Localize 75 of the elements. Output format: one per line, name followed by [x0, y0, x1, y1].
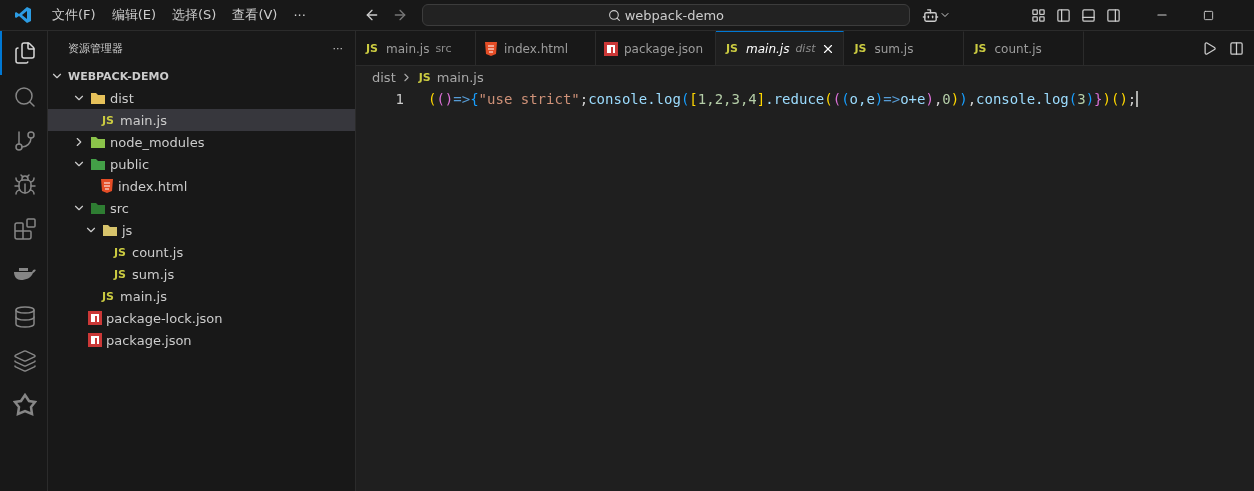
secondary-sidebar-icon[interactable]: [1106, 7, 1121, 23]
tree-item[interactable]: JS count.js: [48, 241, 355, 263]
tree-item[interactable]: JS sum.js: [48, 263, 355, 285]
file-name: main.js: [120, 288, 167, 304]
more-actions[interactable]: ···: [332, 41, 343, 55]
folder-icon: [90, 91, 106, 105]
files-icon[interactable]: [12, 41, 37, 65]
js-icon: JS: [364, 42, 380, 55]
search-field[interactable]: webpack-demo: [421, 4, 910, 26]
file-name: js: [122, 222, 133, 238]
file-name: node_modules: [110, 134, 205, 150]
tree-item[interactable]: package.json: [48, 329, 355, 351]
file-name: public: [110, 156, 150, 172]
js-icon: JS: [852, 42, 869, 55]
file-name: count.js: [132, 244, 184, 260]
tree-item[interactable]: JS main.js: [48, 285, 355, 307]
tree-item[interactable]: node_modules: [48, 131, 355, 153]
js-icon: JS: [100, 113, 116, 127]
file-name: dist: [110, 90, 134, 106]
layers-icon[interactable]: [12, 349, 37, 373]
panel-toggle-icon[interactable]: [1081, 7, 1096, 23]
tree-item[interactable]: dist: [48, 87, 355, 109]
file-name: package-lock.json: [106, 310, 223, 326]
html-icon: [100, 179, 114, 193]
layout-icon[interactable]: [1031, 7, 1046, 23]
breadcrumb-item[interactable]: dist: [372, 69, 396, 85]
js-icon: JS: [416, 70, 433, 84]
breadcrumb-item[interactable]: main.js: [436, 69, 484, 85]
database-icon[interactable]: [12, 305, 37, 329]
tree-item[interactable]: WEBPACK-DEMO: [48, 65, 355, 87]
file-name: src: [110, 200, 129, 216]
folder-icon: [90, 157, 106, 171]
tree-item[interactable]: JS main.js: [48, 109, 355, 131]
tree-item[interactable]: js: [48, 219, 355, 241]
tree-item[interactable]: src: [48, 197, 355, 219]
folder-icon: [90, 201, 106, 215]
debug-icon[interactable]: [12, 173, 37, 197]
sidebar-toggle-icon[interactable]: [1056, 7, 1071, 23]
html-icon: [484, 41, 498, 56]
source-control-icon[interactable]: [12, 129, 37, 153]
sidebar-title: 资源管理器: [68, 40, 123, 56]
folder-icon: [90, 135, 106, 149]
split-editor-icon[interactable]: [1229, 40, 1244, 56]
editor-tab[interactable]: JS main.js dist: [716, 31, 845, 65]
tree-item[interactable]: public: [48, 153, 355, 175]
file-name: main.js: [120, 112, 167, 128]
maximize-icon[interactable]: [1203, 9, 1214, 21]
file-name: sum.js: [132, 266, 175, 282]
tree-item[interactable]: index.html: [48, 175, 355, 197]
menu-item[interactable]: 选择(S): [164, 6, 225, 24]
folder-icon: [102, 223, 118, 237]
menu-item[interactable]: 编辑(E): [103, 6, 164, 24]
more-menu[interactable]: ···: [285, 7, 314, 23]
search-icon[interactable]: [12, 85, 37, 109]
menu-item[interactable]: 文件(F): [44, 6, 104, 24]
search-icon: [607, 8, 621, 22]
npm-icon: [604, 41, 618, 56]
js-icon: JS: [112, 245, 128, 259]
extensions-icon[interactable]: [12, 217, 37, 241]
npm-icon: [88, 311, 102, 325]
js-icon: JS: [724, 42, 740, 55]
tree-item[interactable]: package-lock.json: [48, 307, 355, 329]
file-name: package.json: [106, 332, 192, 348]
code-line: (()=>{"use strict";console.log([1,2,3,4].reduce(((o,e)=>o+e),0)),console.log(3)})();: [428, 91, 1139, 107]
js-icon: JS: [972, 42, 989, 55]
line-number: 1: [394, 91, 404, 107]
whale-icon[interactable]: [12, 265, 37, 281]
menu-item[interactable]: 查看(V): [224, 6, 286, 24]
project-name: WEBPACK-DEMO: [68, 69, 169, 83]
npm-icon: [88, 333, 102, 347]
js-icon: JS: [112, 267, 128, 281]
run-icon[interactable]: [1202, 40, 1217, 56]
app-logo-icon: [14, 6, 32, 24]
file-name: index.html: [118, 178, 188, 194]
js-icon: JS: [100, 289, 116, 303]
